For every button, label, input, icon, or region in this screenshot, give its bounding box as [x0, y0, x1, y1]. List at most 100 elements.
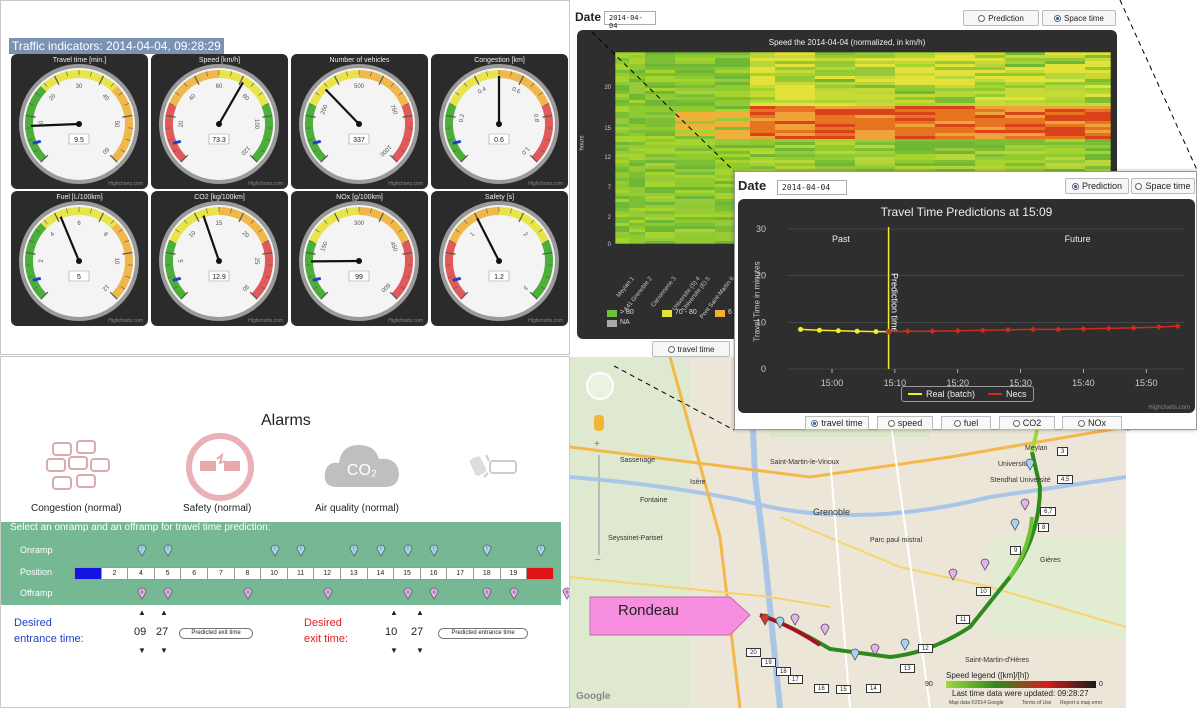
predicted-exit-time-button[interactable]: Predicted exit time	[179, 628, 253, 639]
offramp-pin-icon[interactable]: o	[482, 586, 492, 605]
heatmap-radio-spacetime[interactable]: Space time	[1042, 10, 1116, 26]
legend-swatch	[715, 310, 725, 317]
y-tick-label: 30	[756, 224, 766, 234]
google-logo: Google	[576, 691, 611, 702]
exit-minute[interactable]: 27	[411, 626, 423, 638]
gauge-credit: Highcharts.com	[528, 181, 563, 187]
exit-min-down[interactable]: ▼	[416, 646, 424, 655]
zoom-out-button[interactable]: −	[595, 555, 601, 566]
offramp-row-label: Offramp	[20, 588, 53, 598]
position-cell-7[interactable]: 7	[207, 567, 235, 580]
offramp-pin-icon[interactable]: o	[509, 586, 519, 605]
map-marker-icon[interactable]	[790, 612, 800, 631]
mode-fuel-button[interactable]: fuel	[941, 416, 991, 430]
position-cell-14[interactable]: 14	[366, 567, 395, 580]
position-cell-10[interactable]: 10	[260, 567, 288, 580]
position-cell-8[interactable]: 8	[233, 567, 262, 580]
onramp-pin-icon[interactable]: !	[429, 543, 439, 562]
position-cell-6[interactable]: 6	[180, 567, 208, 580]
zoom-in-button[interactable]: +	[594, 439, 600, 450]
series-point	[979, 327, 986, 334]
pred-radio-spacetime[interactable]: Space time	[1131, 178, 1195, 194]
accident-icon	[469, 454, 517, 478]
map-marker-icon[interactable]	[870, 642, 880, 661]
gauge-tick-label: 10	[113, 258, 119, 265]
position-cell-5[interactable]: 5	[153, 567, 182, 580]
position-cell-18[interactable]: 18	[473, 567, 501, 580]
map-marker-icon[interactable]	[760, 612, 770, 631]
map-pan-control[interactable]	[586, 372, 614, 400]
offramp-pin-icon[interactable]: o	[429, 586, 439, 605]
entrance-min-up[interactable]: ▲	[160, 608, 168, 617]
heatmap-date-field[interactable]: 2014-04-04	[604, 11, 656, 30]
position-cell-13[interactable]: 13	[340, 567, 368, 580]
mode-travel-time-button[interactable]: travel time	[805, 416, 869, 430]
offramp-pin-icon[interactable]: o	[163, 586, 173, 605]
radio-on-icon	[1071, 182, 1079, 190]
position-cell-16[interactable]: 16	[419, 567, 448, 580]
onramp-pin-icon[interactable]: !	[482, 543, 492, 562]
svg-text:!: !	[354, 547, 355, 553]
svg-text:o: o	[326, 590, 329, 596]
onramp-pin-icon[interactable]: !	[137, 543, 147, 562]
onramp-pin-icon[interactable]: !	[296, 543, 306, 562]
map-marker-icon[interactable]	[850, 647, 860, 666]
onramp-pin-icon[interactable]: !	[403, 543, 413, 562]
position-cell-1[interactable]: 1	[74, 567, 102, 580]
map-marker-icon[interactable]	[948, 567, 958, 586]
pegman-icon[interactable]	[594, 415, 604, 431]
offramp-pin-icon[interactable]: o	[243, 586, 253, 605]
position-cell-11[interactable]: 11	[286, 567, 315, 580]
map-town-label: Fontaine	[640, 497, 668, 504]
entrance-hour-down[interactable]: ▼	[138, 646, 146, 655]
map-terms-link[interactable]: Terms of Use	[1022, 700, 1051, 706]
offramp-pin-icon[interactable]: o	[137, 586, 147, 605]
position-cell-12[interactable]: 12	[313, 567, 341, 580]
exit-min-up[interactable]: ▲	[416, 608, 424, 617]
offramp-pin-icon[interactable]: o	[323, 586, 333, 605]
series-point	[954, 327, 961, 334]
map-marker-icon[interactable]	[1010, 517, 1020, 536]
map-marker-icon[interactable]	[900, 637, 910, 656]
heatmap-tab-travel-time[interactable]: travel time	[652, 341, 730, 357]
zoom-slider[interactable]	[598, 455, 600, 555]
heatmap-radio-prediction-label: Prediction	[988, 13, 1024, 23]
legend-swatch	[662, 310, 672, 317]
offramp-pin-icon[interactable]: o	[403, 586, 413, 605]
pred-radio-prediction[interactable]: Prediction	[1065, 178, 1129, 194]
x-tick-label: 15:00	[821, 378, 844, 388]
entrance-hour[interactable]: 09	[134, 626, 146, 638]
gauge-title: Travel time [min.]	[52, 57, 107, 64]
offramp-pin-icon[interactable]: o	[562, 586, 569, 605]
map-marker-icon[interactable]	[775, 615, 785, 634]
heatmap-radio-prediction[interactable]: Prediction	[963, 10, 1039, 26]
onramp-pin-icon[interactable]: !	[349, 543, 359, 562]
mode-nox-button[interactable]: NOx	[1062, 416, 1122, 430]
mode-co2-button[interactable]: CO2	[999, 416, 1055, 430]
gauge-tick-label: 15	[216, 221, 223, 227]
position-cell-19[interactable]: 19	[499, 567, 528, 580]
onramp-pin-icon[interactable]: !	[536, 543, 546, 562]
map-marker-icon[interactable]	[1025, 457, 1035, 476]
mode-speed-button[interactable]: speed	[877, 416, 933, 430]
position-cell-15[interactable]: 15	[393, 567, 421, 580]
onramp-pin-icon[interactable]: !	[270, 543, 280, 562]
position-cell-2[interactable]: 2	[100, 567, 129, 580]
onramp-pin-icon[interactable]: !	[163, 543, 173, 562]
map-marker-icon[interactable]	[980, 557, 990, 576]
position-cell-17[interactable]: 17	[446, 567, 474, 580]
exit-hour-up[interactable]: ▲	[390, 608, 398, 617]
map-report-link[interactable]: Report a map error	[1060, 700, 1102, 706]
map-marker-icon[interactable]	[820, 622, 830, 641]
map-marker-icon[interactable]	[1020, 497, 1030, 516]
exit-hour-down[interactable]: ▼	[390, 646, 398, 655]
position-cell-20[interactable]: 20	[526, 567, 554, 580]
onramp-pin-icon[interactable]: !	[376, 543, 386, 562]
pred-date-field[interactable]: 2014-04-04	[777, 180, 847, 195]
position-cell-4[interactable]: 4	[127, 567, 155, 580]
entrance-hour-up[interactable]: ▲	[138, 608, 146, 617]
entrance-minute[interactable]: 27	[156, 626, 168, 638]
exit-hour[interactable]: 10	[385, 626, 397, 638]
predicted-entrance-time-button[interactable]: Predicted entrance time	[438, 628, 528, 639]
entrance-min-down[interactable]: ▼	[160, 646, 168, 655]
